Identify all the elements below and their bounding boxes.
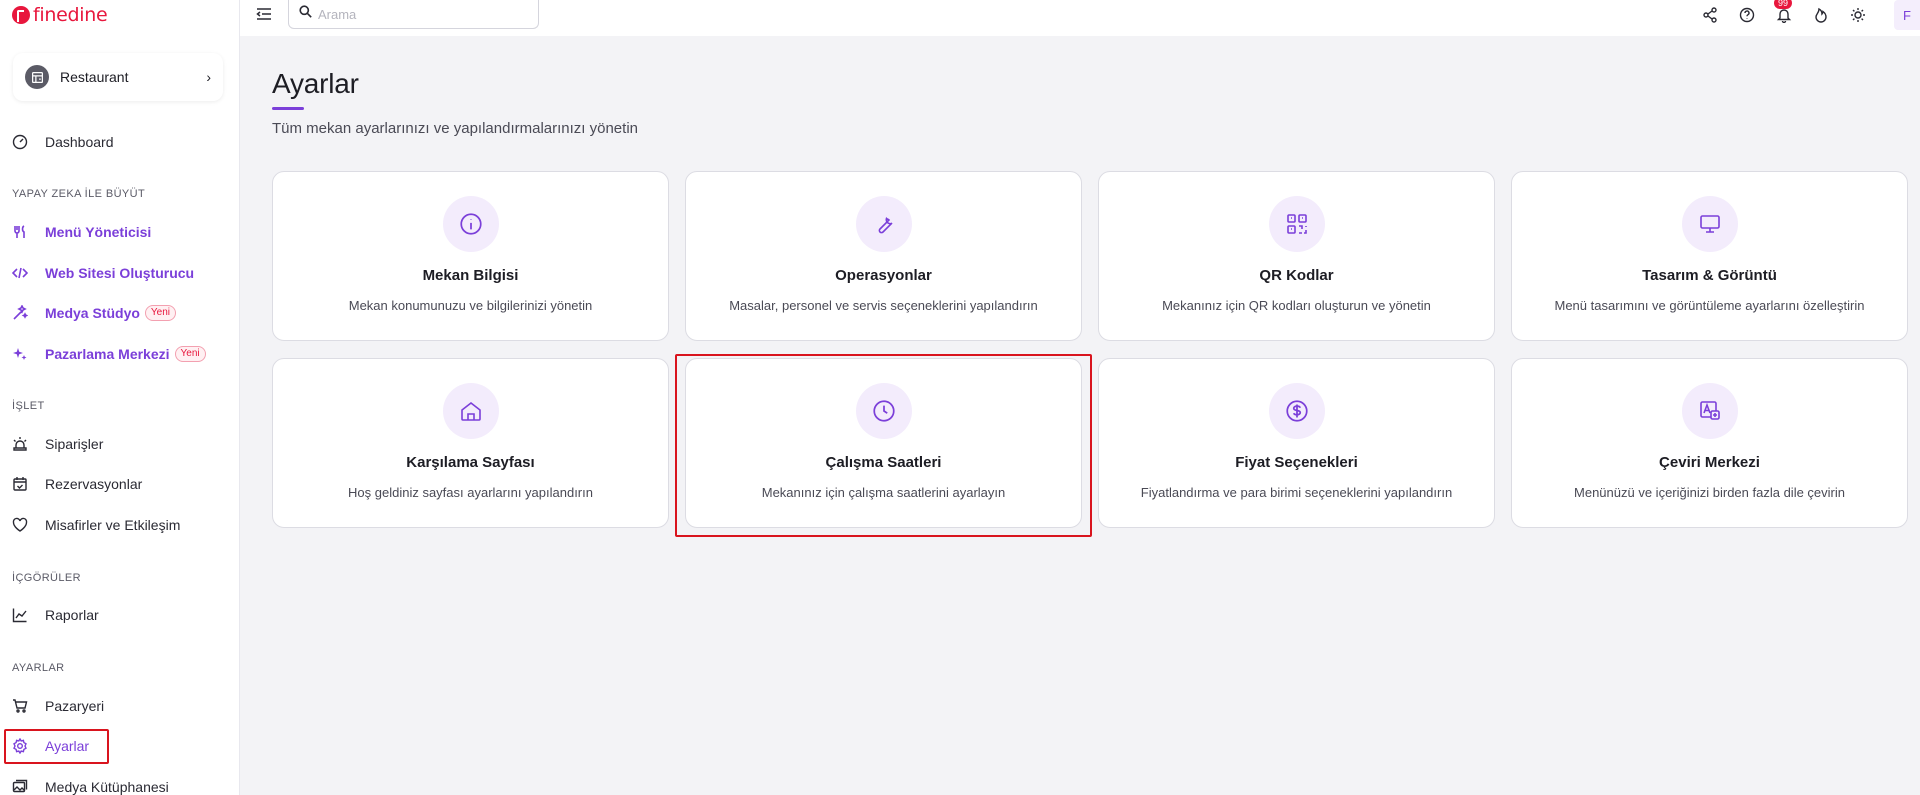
new-badge: Yeni — [144, 305, 177, 321]
sidebar-item-label: Medya Kütüphanesi — [45, 779, 169, 795]
settings-highlight-box — [4, 729, 109, 764]
card-description: Menü tasarımını ve görüntüleme ayarların… — [1554, 298, 1865, 313]
section-label-operate: İŞLET — [12, 400, 45, 412]
store-icon — [25, 65, 49, 89]
card-title: Çeviri Merkezi — [1659, 454, 1760, 471]
card-title: Operasyonlar — [835, 267, 932, 284]
sparkles-icon — [12, 346, 28, 362]
card-description: Mekan konumunuzu ve bilgilerinizi yöneti… — [348, 298, 593, 313]
siren-icon — [12, 436, 28, 452]
search-box[interactable] — [288, 0, 539, 29]
card-description: Menünüzü ve içeriğinizi birden fazla dil… — [1574, 485, 1845, 500]
fork-knife-icon — [12, 224, 28, 240]
sidebar: finedine Restaurant › Dashboard YAPAY ZE… — [0, 0, 240, 795]
settings-card-venue-info[interactable]: Mekan Bilgisi Mekan konumunuzu ve bilgil… — [272, 171, 669, 341]
settings-card-operations[interactable]: Operasyonlar Masalar, personel ve servis… — [685, 171, 1082, 341]
top-actions: 99 F — [1681, 0, 1920, 30]
sidebar-item-reservations[interactable]: Rezervasyonlar — [12, 469, 142, 499]
sidebar-item-label: Pazarlama Merkezi — [45, 346, 170, 362]
info-icon — [442, 196, 499, 252]
chevron-right-icon: › — [206, 69, 211, 85]
sidebar-item-marketing-center[interactable]: Pazarlama Merkezi Yeni — [12, 339, 206, 369]
gauge-icon — [12, 134, 28, 150]
section-label-settings: AYARLAR — [12, 662, 65, 674]
sidebar-item-guests[interactable]: Misafirler ve Etkileşim — [12, 510, 180, 540]
settings-card-design-display[interactable]: Tasarım & Görüntü Menü tasarımını ve gör… — [1511, 171, 1908, 341]
settings-card-translation-center[interactable]: Çeviri Merkezi Menünüzü ve içeriğinizi b… — [1511, 358, 1908, 528]
flame-icon[interactable] — [1813, 7, 1829, 23]
working-hours-highlight-box — [675, 354, 1092, 537]
share-icon[interactable] — [1702, 7, 1718, 23]
home-icon — [442, 383, 499, 439]
search-input[interactable] — [318, 6, 518, 22]
sidebar-item-label: Misafirler ve Etkileşim — [45, 517, 181, 533]
wrench-icon — [855, 196, 912, 252]
page-title: Ayarlar — [272, 68, 359, 99]
sidebar-item-label: Rezervasyonlar — [45, 476, 143, 492]
code-icon — [12, 265, 28, 281]
qr-code-icon — [1268, 196, 1325, 252]
card-description: Fiyatlandırma ve para birimi seçenekleri… — [1140, 485, 1453, 500]
sidebar-item-label: Medya Stüdyo — [45, 305, 140, 321]
card-title: Karşılama Sayfası — [406, 454, 535, 471]
venue-name: Restaurant — [60, 69, 129, 85]
page-subtitle: Tüm mekan ayarlarınızı ve yapılandırmala… — [272, 120, 638, 137]
sidebar-item-reports[interactable]: Raporlar — [12, 600, 99, 630]
card-title: Fiyat Seçenekleri — [1235, 454, 1358, 471]
top-bar: 99 F — [240, 0, 1920, 36]
sidebar-item-label: Siparişler — [45, 436, 104, 452]
section-label-ai: YAPAY ZEKA İLE BÜYÜT — [12, 188, 146, 200]
sidebar-item-website-builder[interactable]: Web Sitesi Oluşturucu — [12, 258, 194, 288]
card-title: QR Kodlar — [1259, 267, 1334, 284]
sun-icon[interactable] — [1850, 7, 1866, 23]
sidebar-item-label: Menü Yöneticisi — [45, 224, 152, 240]
sidebar-item-label: Raporlar — [45, 607, 99, 623]
new-badge: Yeni — [174, 346, 206, 362]
sidebar-item-label: Dashboard — [45, 134, 114, 150]
card-description: Masalar, personel ve servis seçeneklerin… — [729, 298, 1038, 313]
title-underline — [272, 107, 304, 110]
finedine-logo-icon — [12, 6, 30, 24]
settings-card-price-options[interactable]: Fiyat Seçenekleri Fiyatlandırma ve para … — [1098, 358, 1495, 528]
menu-collapse-icon[interactable] — [256, 6, 274, 24]
venue-selector[interactable]: Restaurant › — [13, 53, 223, 101]
dollar-icon — [1268, 383, 1325, 439]
calendar-check-icon — [12, 476, 28, 492]
cart-icon — [12, 698, 28, 714]
magic-wand-icon — [12, 305, 28, 321]
sidebar-item-media-studio[interactable]: Medya Stüdyo Yeni — [12, 298, 177, 328]
card-description: Hoş geldiniz sayfası ayarlarını yapıland… — [348, 485, 593, 500]
sidebar-item-dashboard[interactable]: Dashboard — [12, 127, 114, 157]
section-label-insights: İÇGÖRÜLER — [12, 572, 81, 584]
images-icon — [12, 779, 28, 795]
monitor-icon — [1681, 196, 1738, 252]
sidebar-item-orders[interactable]: Siparişler — [12, 429, 103, 459]
sidebar-item-marketplace[interactable]: Pazaryeri — [12, 691, 104, 721]
sidebar-item-menu-manager[interactable]: Menü Yöneticisi — [12, 217, 151, 247]
settings-card-welcome-page[interactable]: Karşılama Sayfası Hoş geldiniz sayfası a… — [272, 358, 669, 528]
sidebar-item-label: Pazaryeri — [45, 698, 105, 714]
help-icon[interactable] — [1739, 7, 1755, 23]
user-avatar[interactable]: F — [1894, 0, 1920, 30]
finedine-logo[interactable]: finedine — [12, 4, 108, 26]
settings-card-qr-codes[interactable]: QR Kodlar Mekanınız için QR kodları oluş… — [1098, 171, 1495, 341]
notification-count-badge: 99 — [1774, 0, 1793, 9]
card-title: Mekan Bilgisi — [422, 267, 519, 284]
bell-icon[interactable]: 99 — [1774, 0, 1793, 24]
line-chart-icon — [12, 607, 28, 623]
card-description: Mekanınız için QR kodları oluşturun ve y… — [1162, 298, 1431, 313]
heart-icon — [12, 517, 28, 533]
sidebar-item-media-library[interactable]: Medya Kütüphanesi — [12, 772, 169, 795]
brand-name: finedine — [33, 4, 108, 26]
translate-icon — [1681, 383, 1738, 439]
search-icon — [299, 5, 312, 23]
sidebar-item-label: Web Sitesi Oluşturucu — [45, 265, 195, 281]
card-title: Tasarım & Görüntü — [1642, 267, 1777, 284]
